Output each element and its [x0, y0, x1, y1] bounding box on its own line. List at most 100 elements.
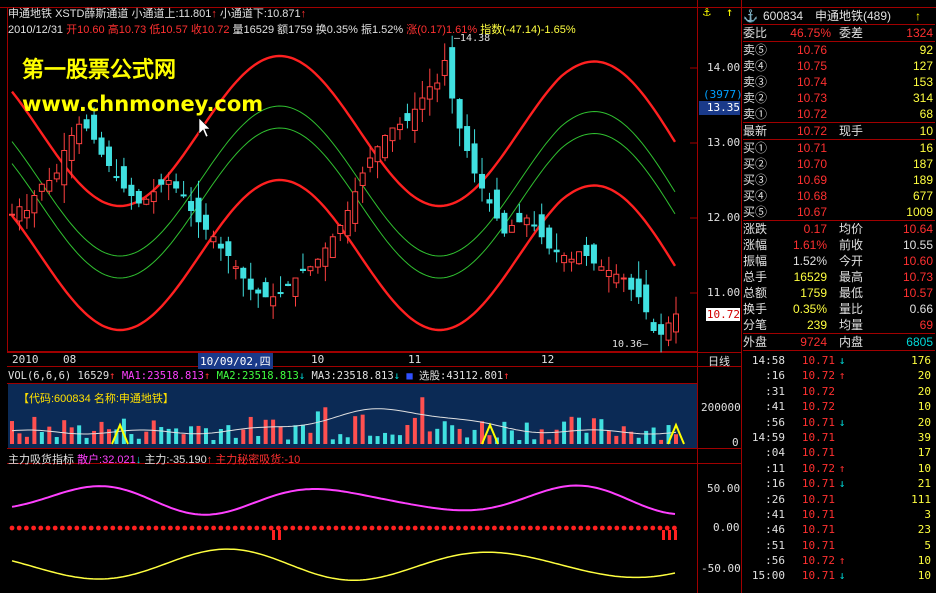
candlestick[interactable]: [479, 157, 486, 202]
candlestick[interactable]: [576, 251, 583, 265]
ask-row[interactable]: 卖③ 10.74 153: [743, 74, 935, 90]
candlestick[interactable]: [255, 287, 262, 308]
candlestick[interactable]: [561, 252, 568, 272]
ask-row[interactable]: 卖⑤ 10.76 92: [743, 42, 935, 58]
tick-row[interactable]: :56 10.71 ↓ 20: [743, 415, 935, 430]
anchor-icon[interactable]: ⚓: [743, 8, 763, 24]
candlestick[interactable]: [665, 316, 672, 347]
candlestick[interactable]: [635, 261, 642, 304]
candlestick[interactable]: [493, 177, 500, 221]
candlestick[interactable]: [389, 127, 396, 152]
candlestick[interactable]: [613, 264, 620, 289]
candlestick[interactable]: [501, 210, 508, 237]
candlestick[interactable]: [352, 177, 359, 232]
ask-row[interactable]: 卖① 10.72 68: [743, 106, 935, 122]
tick-row[interactable]: :56 10.72 ↑ 10: [743, 553, 935, 568]
candlestick[interactable]: [98, 131, 105, 158]
candlestick[interactable]: [374, 145, 381, 179]
ask-row[interactable]: 卖④ 10.75 127: [743, 58, 935, 74]
tick-row[interactable]: :31 10.72 20: [743, 384, 935, 399]
tick-row[interactable]: :26 10.71 111: [743, 492, 935, 507]
candlestick[interactable]: [337, 223, 344, 242]
candlestick[interactable]: [46, 167, 53, 195]
candlestick[interactable]: [605, 256, 612, 293]
anchor-icon[interactable]: ⚓: [703, 5, 711, 20]
candlestick[interactable]: [396, 117, 403, 140]
bid-row[interactable]: 买② 10.70 187: [743, 156, 935, 172]
candlestick[interactable]: [270, 283, 277, 319]
candlestick[interactable]: [471, 129, 478, 183]
candlestick[interactable]: [173, 173, 180, 193]
tick-row[interactable]: :11 10.72 ↑ 10: [743, 461, 935, 476]
candlestick[interactable]: [105, 140, 112, 173]
tick-row[interactable]: :04 10.71 17: [743, 445, 935, 460]
candlestick[interactable]: [411, 92, 418, 143]
ask-row[interactable]: 卖② 10.73 314: [743, 90, 935, 106]
candlestick[interactable]: [464, 114, 471, 158]
candlestick[interactable]: [307, 265, 314, 276]
candlestick[interactable]: [590, 243, 597, 271]
candlestick[interactable]: [262, 277, 269, 298]
candlestick[interactable]: [158, 173, 165, 193]
candlestick[interactable]: [486, 192, 493, 212]
candlestick[interactable]: [583, 236, 590, 266]
tick-row[interactable]: 14:59 10.71 39: [743, 430, 935, 445]
up-arrow-icon[interactable]: ↑: [915, 8, 921, 24]
candlestick[interactable]: [456, 98, 463, 147]
tick-row[interactable]: :46 10.71 23: [743, 522, 935, 537]
candlestick[interactable]: [31, 190, 38, 228]
candlestick[interactable]: [553, 233, 560, 263]
tick-row[interactable]: 15:00 10.71 ↓ 10: [743, 568, 935, 583]
candlestick[interactable]: [643, 269, 650, 320]
candlestick[interactable]: [188, 187, 195, 227]
candlestick[interactable]: [120, 157, 127, 193]
candlestick[interactable]: [658, 313, 665, 353]
bid-row[interactable]: 买③ 10.69 189: [743, 172, 935, 188]
bid-row[interactable]: 买① 10.71 16: [743, 140, 935, 156]
tick-row[interactable]: :51 10.71 5: [743, 538, 935, 553]
candlestick[interactable]: [113, 159, 120, 182]
candlestick[interactable]: [382, 134, 389, 162]
candlestick[interactable]: [247, 262, 254, 301]
candlestick[interactable]: [150, 178, 157, 214]
candlestick[interactable]: [546, 224, 553, 255]
candlestick[interactable]: [299, 253, 306, 274]
candlestick[interactable]: [449, 35, 456, 114]
candlestick[interactable]: [673, 296, 679, 344]
candlestick[interactable]: [225, 236, 232, 274]
candlestick[interactable]: [531, 211, 538, 232]
bid-row[interactable]: 买④ 10.68 677: [743, 188, 935, 204]
period-label[interactable]: 日线: [708, 353, 730, 369]
candlestick[interactable]: [83, 114, 90, 132]
candlestick[interactable]: [180, 180, 187, 198]
candlestick[interactable]: [426, 68, 433, 116]
tick-row[interactable]: 14:58 10.71 ↓ 176: [743, 353, 935, 368]
candlestick[interactable]: [434, 73, 441, 103]
candlestick[interactable]: [217, 236, 224, 261]
candlestick[interactable]: [359, 166, 366, 203]
candlestick[interactable]: [344, 201, 351, 244]
tick-row[interactable]: :16 10.72 ↑ 20: [743, 368, 935, 383]
candlestick[interactable]: [568, 251, 575, 272]
tick-row[interactable]: :16 10.71 ↓ 21: [743, 476, 935, 491]
candlestick[interactable]: [232, 260, 239, 280]
candlestick[interactable]: [523, 214, 530, 237]
candlestick[interactable]: [329, 233, 336, 259]
tick-list[interactable]: 14:58 10.71 ↓ 176:16 10.72 ↑ 20:31 10.72 20:41 10…: [743, 353, 935, 584]
candlestick[interactable]: [285, 281, 292, 287]
candlestick[interactable]: [314, 258, 321, 274]
candlestick[interactable]: [277, 276, 284, 298]
up-arrow-icon[interactable]: ↑: [726, 5, 733, 19]
candlestick[interactable]: [53, 163, 60, 183]
candlestick[interactable]: [322, 242, 329, 282]
candlestick[interactable]: [650, 318, 657, 334]
candlestick[interactable]: [441, 43, 448, 86]
candlestick[interactable]: [538, 203, 545, 245]
candlestick[interactable]: [404, 103, 411, 129]
candlestick[interactable]: [61, 132, 68, 203]
candlestick[interactable]: [38, 182, 45, 201]
candlestick[interactable]: [195, 180, 202, 238]
candlestick[interactable]: [620, 273, 627, 293]
candlestick[interactable]: [598, 259, 605, 271]
candlestick[interactable]: [292, 277, 299, 307]
